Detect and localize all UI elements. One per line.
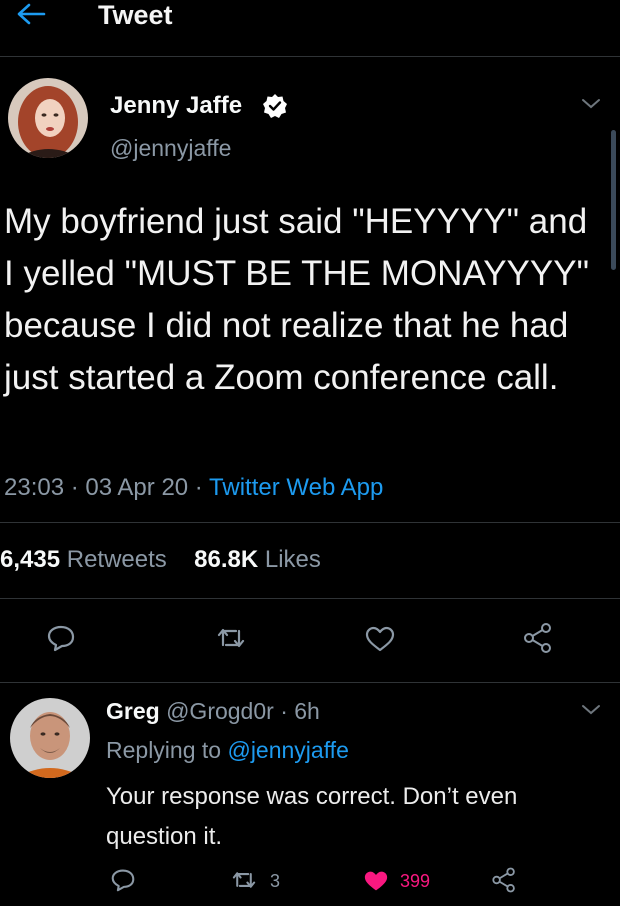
like-icon[interactable] xyxy=(364,625,396,653)
like-icon[interactable] xyxy=(362,869,390,893)
replying-to: Replying to @jennyjaffe xyxy=(106,737,349,764)
reply-retweet-count: 3 xyxy=(270,871,281,891)
tweet-stats: 6,435 Retweets 86.8K Likes xyxy=(0,546,321,574)
likes-label: Likes xyxy=(264,546,321,573)
chevron-down-icon[interactable] xyxy=(580,703,602,717)
share-icon[interactable] xyxy=(490,866,518,894)
reply-icon[interactable] xyxy=(46,624,76,652)
likes-stat[interactable]: 86.8K Likes xyxy=(194,546,321,573)
reply-author-handle[interactable]: @Grogd0r xyxy=(166,698,274,724)
tweet-time: 23:03 · 03 Apr 20 · xyxy=(4,474,210,501)
reply-like-count: 399 xyxy=(400,871,431,891)
author-handle[interactable]: @jennyjaffe xyxy=(110,135,231,162)
share-icon[interactable] xyxy=(521,621,555,655)
divider xyxy=(0,682,620,683)
divider xyxy=(0,522,620,523)
reply-text: Your response was correct. Don’t even qu… xyxy=(106,783,518,850)
retweets-stat[interactable]: 6,435 Retweets xyxy=(0,546,167,573)
verified-badge-icon xyxy=(262,93,288,119)
divider xyxy=(0,56,620,57)
retweets-count: 6,435 xyxy=(0,546,61,573)
replying-prefix: Replying to xyxy=(106,737,228,763)
chevron-down-icon[interactable] xyxy=(580,97,602,111)
reply-author-name[interactable]: Greg xyxy=(106,698,160,724)
likes-count: 86.8K xyxy=(194,546,259,573)
reply-author-avatar[interactable] xyxy=(10,698,90,778)
retweet-icon[interactable] xyxy=(231,869,257,891)
page-title: Tweet xyxy=(98,0,173,30)
tweet-text: My boyfriend just said "HEYYYY" and I ye… xyxy=(4,202,590,397)
replying-handle-link[interactable]: @jennyjaffe xyxy=(227,737,348,763)
divider xyxy=(0,598,620,599)
tweet-source-link[interactable]: Twitter Web App xyxy=(209,474,383,501)
back-arrow-icon[interactable] xyxy=(14,0,48,30)
tweet-meta: 23:03 · 03 Apr 20 · Twitter Web App xyxy=(4,474,383,502)
retweets-label: Retweets xyxy=(66,546,167,573)
top-bar: Tweet xyxy=(0,0,620,52)
reply-icon[interactable] xyxy=(110,868,136,892)
author-name[interactable]: Jenny Jaffe xyxy=(110,92,242,120)
reply-header: Greg @Grogd0r · 6h xyxy=(106,698,320,725)
retweet-icon[interactable] xyxy=(216,625,246,651)
scrollbar-thumb[interactable] xyxy=(611,130,616,270)
reply-time: · 6h xyxy=(273,698,320,724)
author-avatar[interactable] xyxy=(8,78,88,158)
